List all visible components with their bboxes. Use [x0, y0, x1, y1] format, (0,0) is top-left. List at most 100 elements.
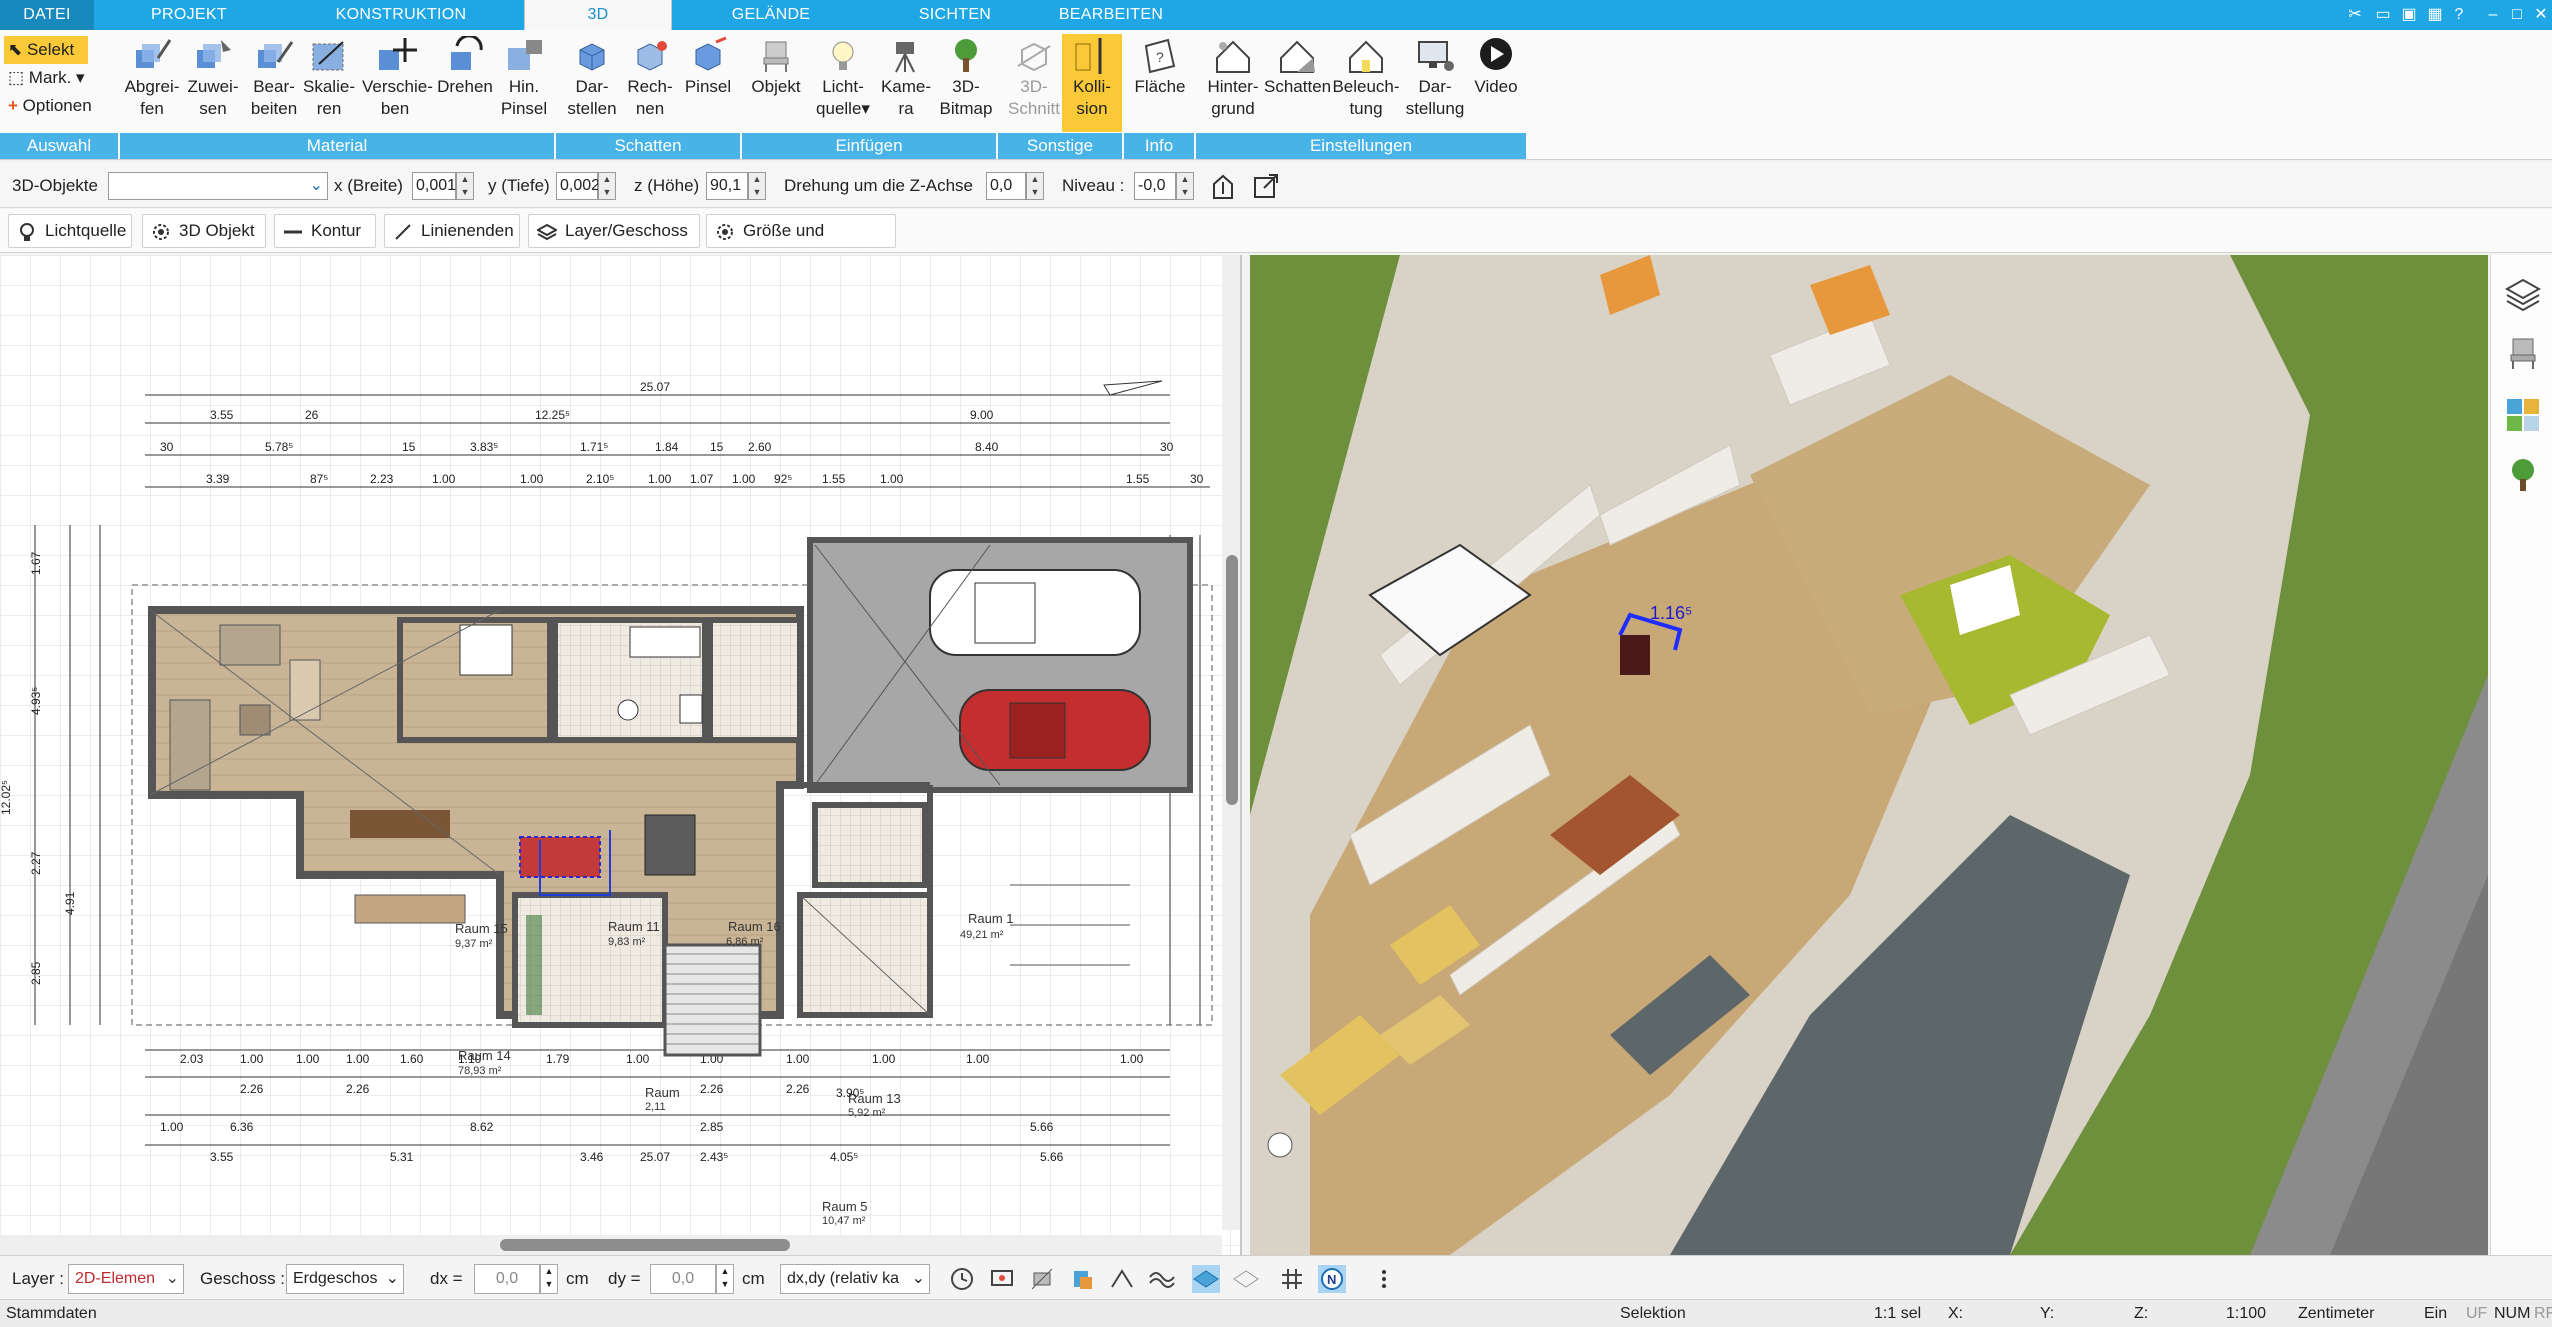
- minimize-icon[interactable]: –: [2482, 4, 2504, 26]
- light-source-tool[interactable]: Lichtquelle: [8, 214, 132, 248]
- status-x: X:: [1948, 1305, 1964, 1322]
- north-icon[interactable]: N: [1318, 1265, 1346, 1293]
- folder-icon[interactable]: ▭: [2372, 4, 2394, 26]
- help-icon[interactable]: ?: [2448, 4, 2470, 26]
- window-icon[interactable]: ▣: [2398, 4, 2420, 26]
- more-options-icon[interactable]: [1370, 1265, 1398, 1293]
- hint-brush-button[interactable]: Hin. Pinsel: [494, 34, 554, 120]
- size-position-tool[interactable]: Größe und Position: [706, 214, 896, 272]
- z-stepper[interactable]: ▲ ▼: [748, 172, 766, 200]
- dy-stepper[interactable]: ▲ ▼: [716, 1264, 734, 1294]
- lock-height-icon[interactable]: [1210, 172, 1236, 200]
- shadow-settings-button[interactable]: Schatten: [1264, 34, 1331, 98]
- x-input[interactable]: 0,001: [412, 172, 456, 200]
- show-shadow-button[interactable]: Dar-stellen: [562, 34, 622, 120]
- floor-plan-view[interactable]: 25.07 3.55 26 12.25⁵ 9.00 30 5.78⁵ 15 3.…: [0, 255, 1242, 1255]
- plan-vertical-scrollbar[interactable]: [1226, 555, 1238, 805]
- y-input[interactable]: 0,002: [556, 172, 600, 200]
- coordinate-mode-select[interactable]: dx,dy (relativ ka ⌄: [780, 1264, 930, 1294]
- restore-icon[interactable]: □: [2506, 4, 2528, 26]
- move-material-button[interactable]: Verschie-ben: [362, 34, 433, 120]
- status-uf: UF: [2466, 1305, 2488, 1322]
- layer-floor-tool[interactable]: Layer/Geschoss: [528, 214, 700, 248]
- furniture-icon[interactable]: [2503, 333, 2543, 373]
- tab-konstruktion[interactable]: KONSTRUKTION: [316, 0, 486, 30]
- rotate-material-button[interactable]: Drehen: [432, 34, 498, 98]
- tab-sichten[interactable]: SICHTEN: [880, 0, 1030, 30]
- plan-horizontal-scrollbar[interactable]: [500, 1239, 790, 1251]
- rotation-input[interactable]: 0,0: [986, 172, 1026, 200]
- tab-datei[interactable]: DATEI: [0, 0, 94, 30]
- mark-button[interactable]: ⬚ Mark. ▾: [4, 64, 116, 92]
- gear-icon: [153, 224, 169, 240]
- y-stepper[interactable]: ▲ ▼: [598, 172, 616, 200]
- clock-icon[interactable]: [948, 1265, 976, 1293]
- dimension-icon[interactable]: [1108, 1265, 1136, 1293]
- tab-bearbeiten[interactable]: BEARBEITEN: [1040, 0, 1182, 30]
- grid-icon[interactable]: [1278, 1265, 1306, 1293]
- shadow-brush-button[interactable]: Pinsel: [678, 34, 738, 98]
- layer-select[interactable]: 2D-Elemen ⌄: [68, 1264, 184, 1294]
- objects-visibility-icon[interactable]: [1028, 1265, 1056, 1293]
- video-button[interactable]: Video: [1466, 34, 1526, 98]
- walls-icon[interactable]: [1068, 1265, 1096, 1293]
- floor-plan-canvas[interactable]: 25.07 3.55 26 12.25⁵ 9.00 30 5.78⁵ 15 3.…: [0, 255, 1242, 1255]
- status-scale: 1:100: [2226, 1305, 2267, 1322]
- assign-material-button[interactable]: Zuwei-sen: [183, 34, 243, 120]
- line-ends-tool[interactable]: Linienenden: [384, 214, 520, 248]
- z-input[interactable]: 90,1: [706, 172, 748, 200]
- layers-icon[interactable]: [2503, 275, 2543, 315]
- materials-icon[interactable]: [2503, 395, 2543, 435]
- hatch-icon[interactable]: [1232, 1265, 1260, 1293]
- dy-input[interactable]: 0,0: [650, 1264, 716, 1294]
- 3d-view[interactable]: 1.16⁵: [1250, 255, 2488, 1255]
- contour-tool[interactable]: Kontur: [274, 214, 376, 248]
- tab-projekt[interactable]: PROJEKT: [118, 0, 260, 30]
- plan-surface-icon[interactable]: [1192, 1265, 1220, 1293]
- open-external-icon[interactable]: [1252, 172, 1280, 200]
- niveau-stepper[interactable]: ▲ ▼: [1176, 172, 1194, 200]
- edit-material-button[interactable]: Bear-beiten: [244, 34, 304, 120]
- dim-label: 3.39: [206, 472, 230, 486]
- tab-gelaende[interactable]: GELÄNDE: [700, 0, 842, 30]
- 3d-object-tool[interactable]: 3D Objekt: [142, 214, 266, 248]
- close-icon[interactable]: ✕: [2530, 4, 2552, 26]
- x-stepper[interactable]: ▲ ▼: [456, 172, 474, 200]
- btn-line2: Schnitt: [1008, 99, 1060, 118]
- rotation-stepper[interactable]: ▲ ▼: [1026, 172, 1044, 200]
- niveau-input[interactable]: -0,0: [1134, 172, 1176, 200]
- scale-material-button[interactable]: Skalie-ren: [299, 34, 359, 120]
- floor-select[interactable]: Erdgeschos ⌄: [286, 1264, 404, 1294]
- 3d-cut-button[interactable]: 3D- Schnitt: [1004, 34, 1064, 120]
- area-button[interactable]: ? Fläche: [1130, 34, 1190, 98]
- background-button[interactable]: Hinter-grund: [1200, 34, 1266, 120]
- btn-line1: Kame-: [880, 77, 932, 96]
- status-num: NUM: [2494, 1305, 2531, 1322]
- objects-dropdown[interactable]: ⌄: [108, 172, 328, 200]
- insert-camera-button[interactable]: Kame-ra: [876, 34, 936, 120]
- collision-icon: [1075, 38, 1102, 74]
- options-button[interactable]: + Optionen: [4, 92, 116, 120]
- insert-bitmap-button[interactable]: 3D- Bitmap: [936, 34, 996, 120]
- display-settings-icon[interactable]: [988, 1265, 1016, 1293]
- move-icon: [379, 38, 417, 70]
- cube-compute-icon: [637, 41, 667, 71]
- insert-object-button[interactable]: Objekt: [746, 34, 806, 98]
- lighting-button[interactable]: Beleuch-tung: [1330, 34, 1402, 120]
- compute-shadow-button[interactable]: Rech-nen: [620, 34, 680, 120]
- layout-icon[interactable]: ▦: [2424, 4, 2446, 26]
- select-button[interactable]: ⬉ Selekt: [4, 36, 88, 64]
- tools-icon[interactable]: ✂: [2344, 4, 2366, 26]
- pick-material-button[interactable]: Abgrei-fen: [122, 34, 182, 120]
- plants-icon[interactable]: [2503, 455, 2543, 495]
- status-selection: 1:1 sel: [1874, 1305, 1922, 1322]
- dx-input[interactable]: 0,0: [474, 1264, 540, 1294]
- dx-stepper[interactable]: ▲ ▼: [540, 1264, 558, 1294]
- dim-label: 1.55: [822, 472, 846, 486]
- collision-button[interactable]: Kolli-sion: [1062, 34, 1122, 132]
- display-button[interactable]: Dar-stellung: [1402, 34, 1468, 120]
- insert-light-button[interactable]: Licht-quelle▾: [810, 34, 876, 120]
- terrain-icon[interactable]: [1148, 1265, 1176, 1293]
- tab-3d[interactable]: 3D: [524, 0, 672, 30]
- 3d-render[interactable]: 1.16⁵: [1250, 255, 2488, 1255]
